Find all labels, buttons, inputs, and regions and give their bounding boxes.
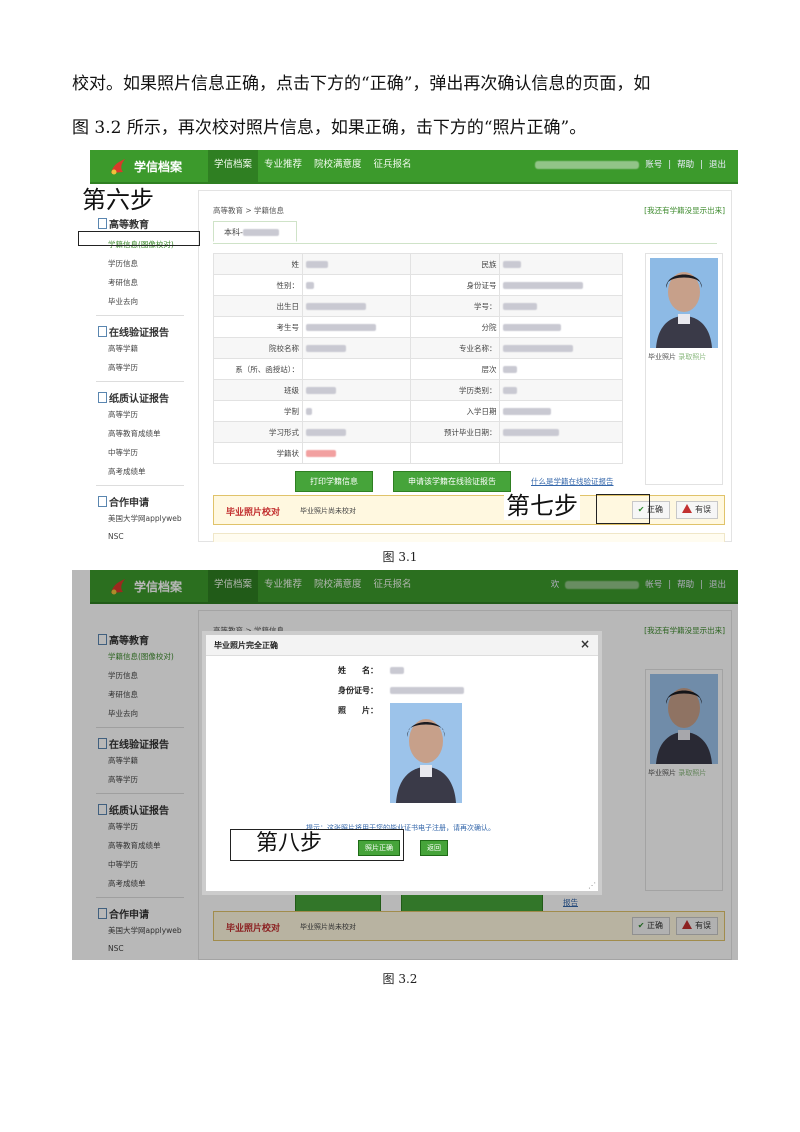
step-six-label: 第六步 <box>80 186 156 214</box>
breadcrumb: 高等教育 > 学籍信息 <box>213 206 285 215</box>
step-eight-label: 第八步 <box>256 831 323 857</box>
status-info-table: 姓 民族 性别： 身份证号 出生日 学号： 考生号 分院 院校名称 专业名称： 系（所、函… <box>213 253 623 464</box>
confirm-photo-button[interactable]: 照片正确 <box>358 840 400 856</box>
verify-title: 毕业照片校对 <box>226 508 281 518</box>
main-panel: 高等教育 > 学籍信息 [我还有学籍没显示出来] 本科- 姓 民族 性别： 身份证号… <box>198 190 732 542</box>
label-name: 姓 <box>213 253 303 275</box>
id-label: 身份证号： <box>338 686 378 695</box>
figure-caption-2: 图 3.2 <box>382 972 418 986</box>
sidebar-item-nsc[interactable]: NSC <box>108 532 190 541</box>
account-link[interactable]: 账号 <box>645 150 662 180</box>
sidebar-section-paper-report: 纸质认证报告 <box>98 390 190 405</box>
sidebar-item-secondary[interactable]: 中等学历 <box>108 447 190 458</box>
figure-3-2: 学信档案 学信档案 专业推荐 院校满意度 征兵报名 欢 帐号 | 帮助 | 退出… <box>72 570 738 960</box>
highlight-box <box>78 231 200 246</box>
document-icon <box>98 218 107 229</box>
sidebar-item-gaokao[interactable]: 高考成绩单 <box>108 466 190 477</box>
figure-caption-1: 图 3.1 <box>382 550 418 564</box>
photo-panel: 毕业照片 录取照片 <box>645 253 723 485</box>
name-value-blurred <box>390 667 404 674</box>
label-ethnicity: 民族 <box>410 253 501 275</box>
help-link[interactable]: 帮助 <box>677 150 694 180</box>
nav-item-satisfaction[interactable]: 院校满意度 <box>308 150 368 182</box>
admission-photo-link[interactable]: 录取照片 <box>678 353 706 361</box>
dialog-header: 毕业照片完全正确 × <box>206 635 598 656</box>
confirm-photo-dialog: 毕业照片完全正确 × 姓 名： 身份证号： 照 片： 提示：这张照片将用于您的毕… <box>202 631 602 895</box>
nav-item-major[interactable]: 专业推荐 <box>258 150 308 182</box>
account-name-blurred <box>535 161 640 169</box>
sidebar-section-online-report: 在线验证报告 <box>98 324 190 339</box>
verify-status: 毕业照片尚未校对 <box>300 507 356 515</box>
label-enroll-date: 入学日期 <box>410 400 501 422</box>
label-branch: 分院 <box>410 316 501 338</box>
label-student-id: 学号： <box>410 295 501 317</box>
label-birthdate: 出生日 <box>213 295 303 317</box>
top-nav-bar: 学信档案 学信档案 专业推荐 院校满意度 征兵报名 账号 | 帮助 | 退出 <box>90 150 738 184</box>
warning-icon <box>682 504 693 513</box>
label-id-number: 身份证号 <box>410 274 501 296</box>
record-tab-row: 本科- <box>213 221 717 244</box>
user-links: 账号 | 帮助 | 退出 <box>535 150 726 180</box>
graduation-photo-caption: 毕业照片 <box>648 353 676 361</box>
label-department: 系（所、函授站）： <box>213 358 303 380</box>
document-icon <box>98 326 107 337</box>
print-status-button[interactable]: 打印学籍信息 <box>295 471 373 492</box>
sidebar-item-applyweb[interactable]: 美国大学网applyweb <box>108 513 190 524</box>
label-duration: 学制 <box>213 400 303 422</box>
tab-undergrad[interactable]: 本科- <box>213 221 297 242</box>
name-label: 姓 名： <box>338 666 378 675</box>
confirm-photo-image <box>390 703 462 803</box>
apply-report-button[interactable]: 申请该学籍在线验证报告 <box>393 471 511 492</box>
flame-logo-icon <box>111 159 125 175</box>
paragraph-line-1: 校对。如果照片信息正确，点击下方的“正确”，弹出再次确认信息的页面，如 <box>72 74 651 94</box>
sidebar-item-paper-degree[interactable]: 高等学历 <box>108 409 190 420</box>
step-seven-label: 第七步 <box>504 492 580 520</box>
label-class: 班级 <box>213 379 303 401</box>
missing-record-link[interactable]: [我还有学籍没显示出来] <box>644 205 725 216</box>
document-icon <box>98 496 107 507</box>
sidebar-section-higher-edu: 高等教育 <box>98 216 190 231</box>
action-button-row: 打印学籍信息 申请该学籍在线验证报告 什么是学籍在线验证报告 <box>295 471 614 492</box>
label-expected-grad: 预计毕业日期： <box>410 421 501 443</box>
label-status: 学籍状 <box>213 442 303 464</box>
id-value-blurred <box>390 687 464 694</box>
photo-label: 照 片： <box>338 706 378 715</box>
graduation-photo-image <box>650 258 718 348</box>
sidebar-item-transcript[interactable]: 高等教育成绩单 <box>108 428 190 439</box>
sidebar-item-higher-degree[interactable]: 高等学历 <box>108 362 190 373</box>
label-study-mode: 学习形式 <box>213 421 303 443</box>
label-degree-type: 学历类别： <box>410 379 501 401</box>
sidebar-item-higher-status[interactable]: 高等学籍 <box>108 343 190 354</box>
label-major: 专业名称： <box>410 337 501 359</box>
sidebar-item-degree-info[interactable]: 学历信息 <box>108 258 190 269</box>
error-button[interactable]: 有误 <box>676 501 718 519</box>
highlight-box <box>596 494 650 524</box>
nav-item-archive[interactable]: 学信档案 <box>208 150 259 182</box>
sidebar-item-graduation[interactable]: 毕业去向 <box>108 296 190 307</box>
close-icon[interactable]: × <box>580 637 590 651</box>
main-nav: 学信档案 专业推荐 院校满意度 征兵报名 <box>208 150 418 182</box>
back-button[interactable]: 返回 <box>420 840 448 856</box>
sidebar-section-cooperation: 合作申请 <box>98 494 190 509</box>
nav-item-enlist[interactable]: 征兵报名 <box>368 150 418 182</box>
site-logo[interactable]: 学信档案 <box>90 150 194 182</box>
logo-text: 学信档案 <box>134 160 183 174</box>
what-is-report-link[interactable]: 什么是学籍在线验证报告 <box>531 476 614 487</box>
paragraph-line-2: 图 3.2 所示，再次校对照片信息，如果正确，击下方的“照片正确”。 <box>72 118 587 138</box>
dialog-title: 毕业照片完全正确 <box>214 641 278 650</box>
logout-link[interactable]: 退出 <box>709 150 726 180</box>
label-gender: 性别： <box>213 274 303 296</box>
label-exam-id: 考生号 <box>213 316 303 338</box>
resize-handle-icon[interactable]: ⋰ <box>588 881 596 890</box>
label-level: 层次 <box>410 358 501 380</box>
document-icon <box>98 392 107 403</box>
figure-3-1: 学信档案 学信档案 专业推荐 院校满意度 征兵报名 账号 | 帮助 | 退出 高… <box>72 150 738 542</box>
label-school: 院校名称 <box>213 337 303 359</box>
sidebar-item-postgrad-info[interactable]: 考研信息 <box>108 277 190 288</box>
